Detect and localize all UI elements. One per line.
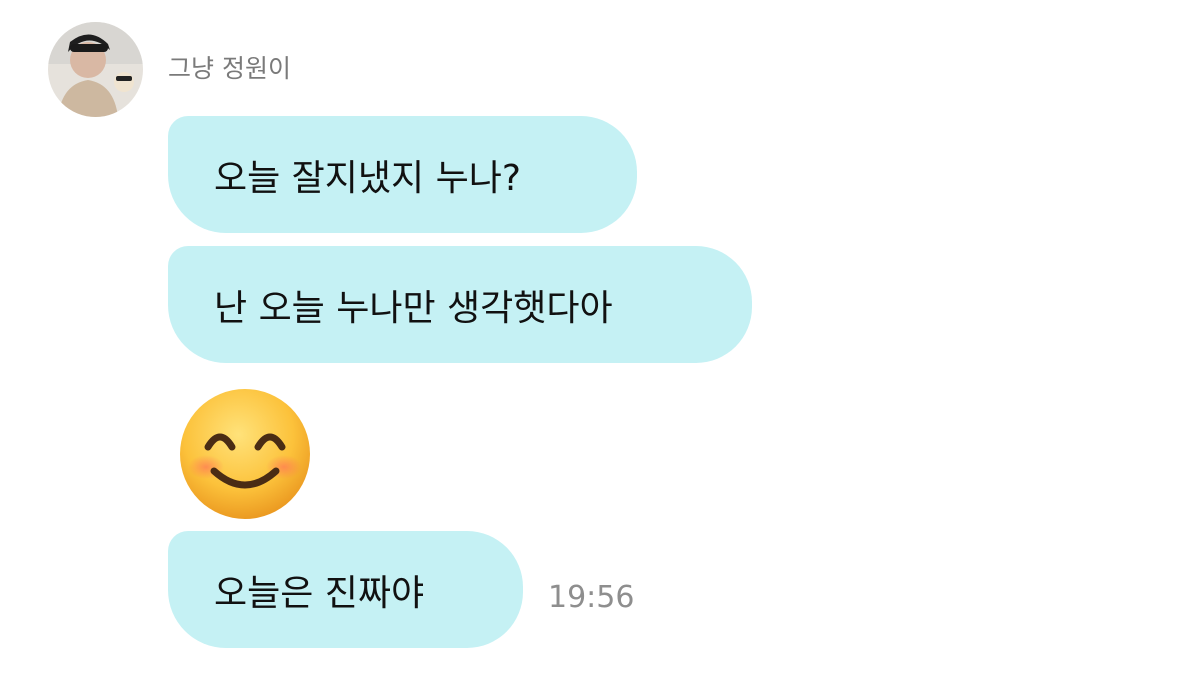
profile-photo-avatar-icon: [48, 22, 143, 117]
message-bubble[interactable]: 오늘은 진짜야: [168, 531, 523, 648]
message-bubble[interactable]: 오늘 잘지냈지 누나?: [168, 116, 637, 233]
chat-conversation: 그냥 정원이 오늘 잘지냈지 누나? 난 오늘 누나만 생각햇다아 오늘은 진짜…: [0, 0, 1179, 680]
message-text: 오늘은 진짜야: [214, 572, 425, 614]
sender-name: 그냥 정원이: [168, 54, 291, 83]
message-text: 오늘 잘지냈지 누나?: [214, 157, 521, 199]
smiling-face-with-smiling-eyes-icon: [180, 389, 310, 519]
message-bubble[interactable]: 난 오늘 누나만 생각햇다아: [168, 246, 752, 363]
sender-avatar[interactable]: [48, 22, 143, 117]
emoji-message[interactable]: [178, 387, 312, 521]
message-text: 난 오늘 누나만 생각햇다아: [214, 287, 613, 329]
message-timestamp: 19:56: [548, 580, 635, 615]
